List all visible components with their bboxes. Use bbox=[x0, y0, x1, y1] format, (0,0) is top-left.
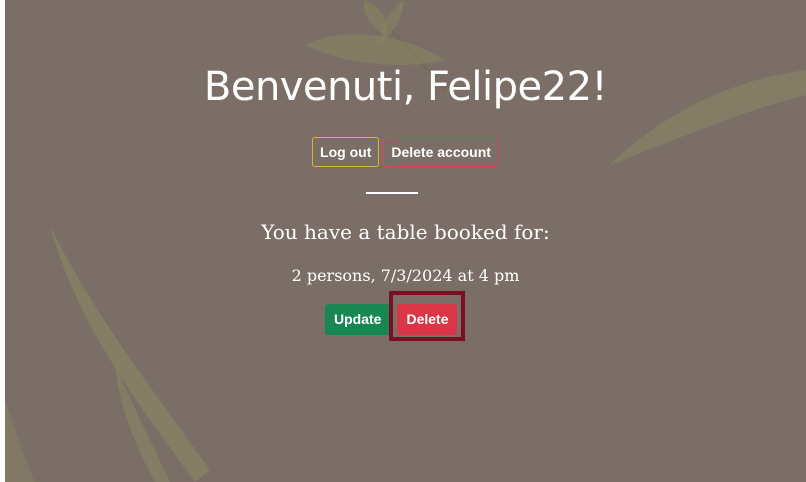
page-title: Benvenuti, Felipe22! bbox=[203, 64, 608, 110]
booking-actions: Update Delete bbox=[325, 304, 458, 335]
update-booking-button[interactable]: Update bbox=[325, 304, 391, 335]
main-content: Benvenuti, Felipe22! Log out Delete acco… bbox=[5, 0, 806, 482]
delete-booking-button[interactable]: Delete bbox=[397, 304, 458, 335]
booking-heading: You have a table booked for: bbox=[261, 220, 550, 244]
account-actions: Log out Delete account bbox=[5, 137, 806, 167]
delete-account-button[interactable]: Delete account bbox=[383, 137, 499, 167]
logout-button[interactable]: Log out bbox=[312, 137, 380, 167]
booking-details: 2 persons, 7/3/2024 at 4 pm bbox=[291, 266, 520, 285]
page-background: Benvenuti, Felipe22! Log out Delete acco… bbox=[5, 0, 806, 482]
section-divider bbox=[366, 192, 418, 194]
